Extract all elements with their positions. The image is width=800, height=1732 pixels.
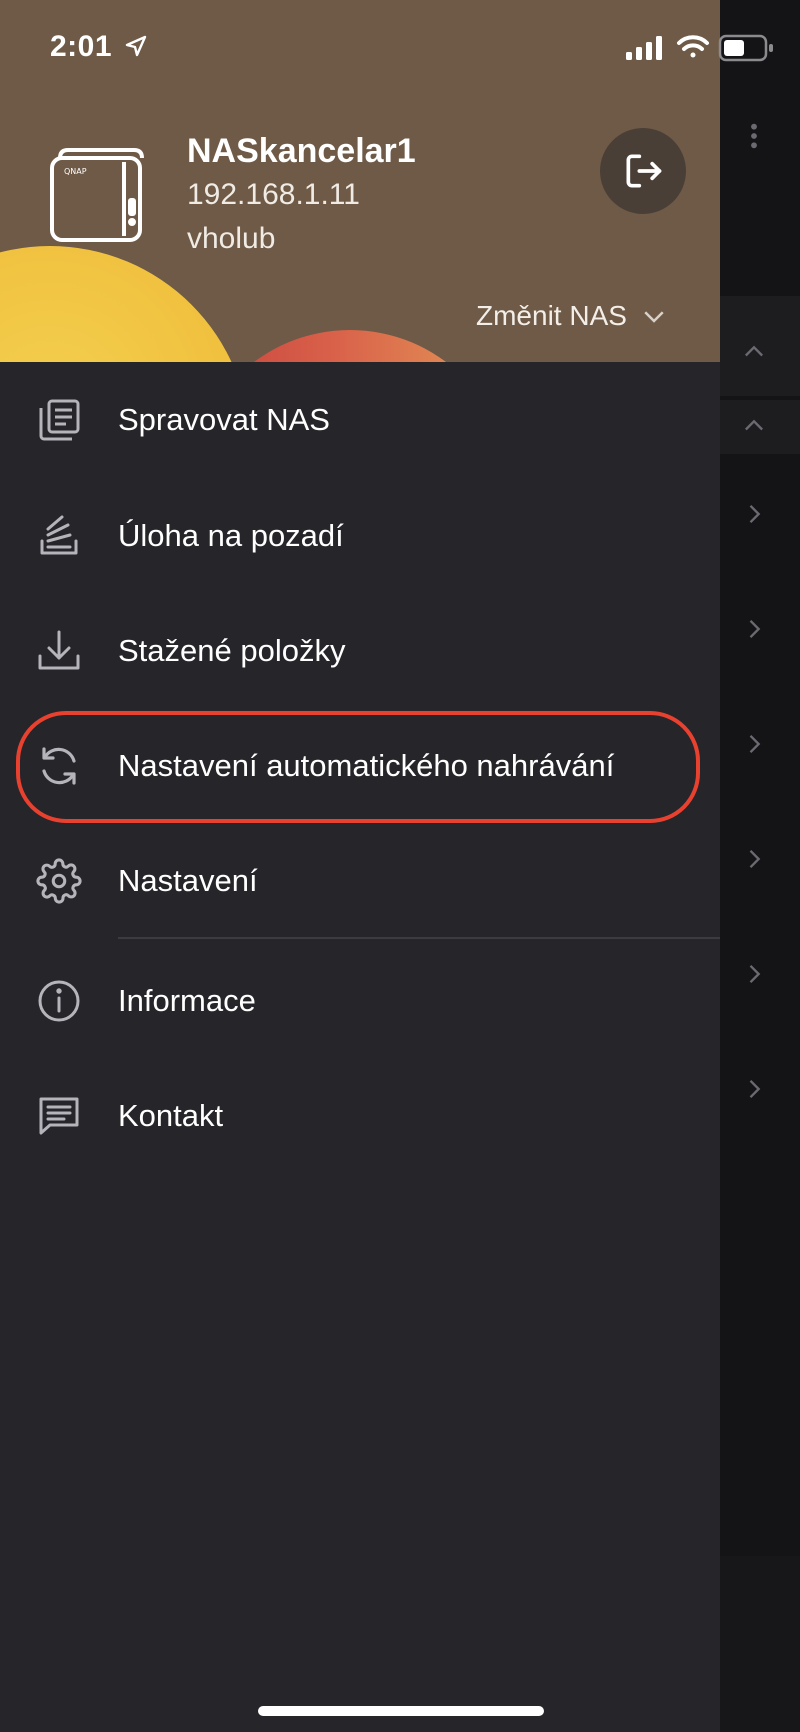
chevron-right-icon[interactable]	[740, 500, 768, 528]
highlight-annotation	[16, 711, 700, 823]
menu-item-label: Spravovat NAS	[118, 402, 330, 437]
background-footer	[720, 1556, 800, 1732]
navigation-drawer: QNAP NASkancelar1 192.168.1.11 vholub Zm…	[0, 0, 720, 1732]
home-indicator[interactable]	[258, 1706, 544, 1716]
status-time: 2:01	[50, 30, 113, 63]
menu-item-background-task[interactable]: Úloha na pozadí	[0, 486, 720, 586]
decorative-shape	[190, 330, 510, 362]
chevron-up-icon[interactable]	[740, 412, 768, 440]
change-nas-button[interactable]: Změnit NAS	[476, 300, 669, 332]
wifi-icon	[677, 35, 709, 58]
location-arrow-icon	[125, 35, 147, 57]
menu-item-label: Nastavení	[118, 863, 258, 898]
chevron-right-icon[interactable]	[740, 615, 768, 643]
gear-icon	[36, 858, 82, 904]
download-icon	[36, 628, 82, 674]
chevron-right-icon[interactable]	[740, 1075, 768, 1103]
chevron-down-icon	[644, 311, 664, 323]
menu-item-settings[interactable]: Nastavení	[0, 831, 720, 931]
background-task-icon	[36, 513, 82, 559]
menu-item-label: Informace	[118, 983, 256, 1018]
menu-item-information[interactable]: Informace	[0, 951, 720, 1051]
chevron-up-icon[interactable]	[740, 338, 768, 366]
nas-ip-address: 192.168.1.11	[187, 178, 360, 211]
manage-nas-icon	[36, 397, 82, 443]
menu-item-label: Úloha na pozadí	[118, 518, 344, 553]
battery-icon	[718, 34, 773, 62]
svg-text:QNAP: QNAP	[64, 167, 87, 176]
menu-item-manage-nas[interactable]: Spravovat NAS	[0, 370, 720, 470]
change-nas-label: Změnit NAS	[476, 300, 627, 331]
nas-name: NASkancelar1	[187, 132, 416, 170]
more-vertical-icon[interactable]	[740, 122, 768, 150]
message-icon	[36, 1093, 82, 1139]
logout-button[interactable]	[600, 128, 686, 214]
logout-icon	[626, 154, 662, 188]
chevron-right-icon[interactable]	[740, 960, 768, 988]
chevron-right-icon[interactable]	[740, 845, 768, 873]
info-icon	[36, 978, 82, 1024]
menu-item-label: Kontakt	[118, 1098, 224, 1133]
status-bar: 2:01	[0, 0, 800, 100]
menu-item-contact[interactable]: Kontakt	[0, 1066, 720, 1166]
nas-device-icon: QNAP	[48, 148, 148, 244]
menu-divider	[118, 937, 720, 939]
menu-item-label: Stažené položky	[118, 633, 346, 668]
decorative-shape	[0, 246, 250, 362]
nas-username: vholub	[187, 222, 276, 255]
cellular-signal-icon	[626, 36, 662, 60]
chevron-right-icon[interactable]	[740, 730, 768, 758]
menu-item-downloads[interactable]: Stažené položky	[0, 601, 720, 701]
